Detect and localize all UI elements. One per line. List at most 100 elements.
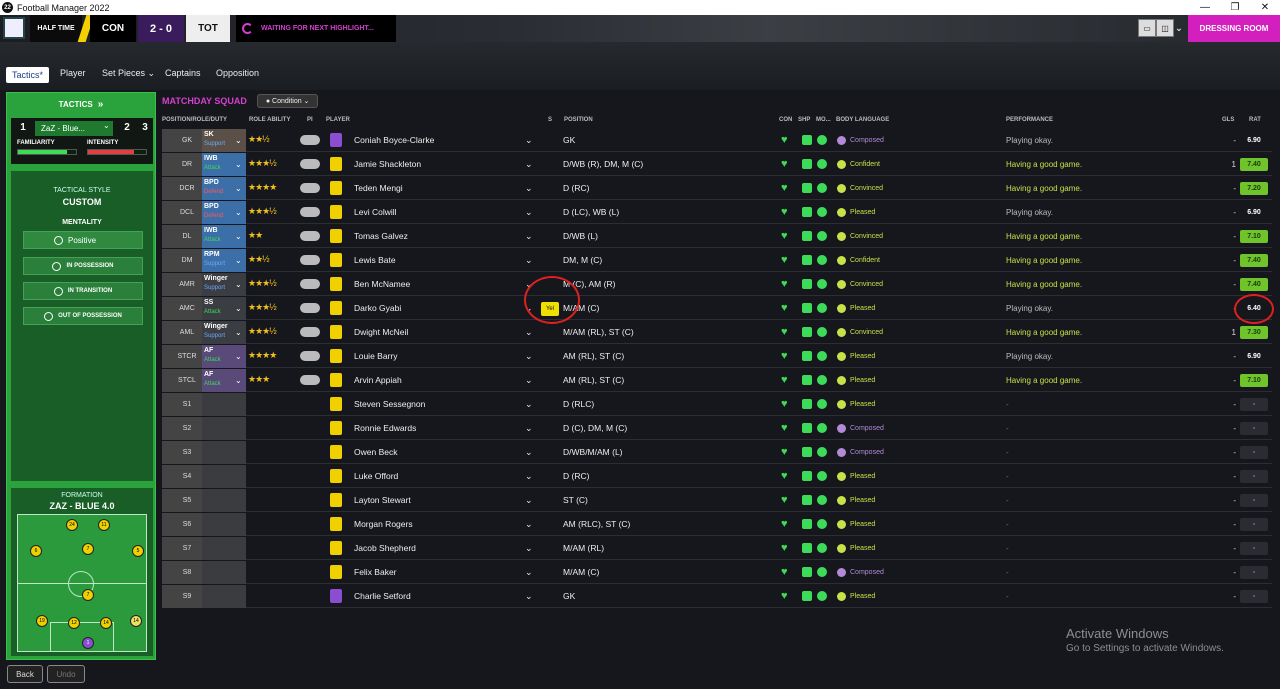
chevron-down-icon[interactable]: ⌄ bbox=[235, 129, 242, 152]
chevron-down-icon[interactable]: ⌄ bbox=[525, 561, 533, 584]
col-position[interactable]: POSITION bbox=[564, 117, 593, 123]
player-instructions-toggle[interactable] bbox=[300, 327, 320, 337]
player-dot[interactable]: 24 bbox=[66, 519, 78, 531]
player-instructions-toggle[interactable] bbox=[300, 231, 320, 241]
player-name[interactable]: Morgan Rogers bbox=[354, 513, 413, 536]
table-row[interactable]: STCR AF Attack ⌄ ★★★★ Louie Barry ⌄ AM (RL), ST… bbox=[162, 345, 1272, 368]
tab-opposition[interactable]: Opposition bbox=[216, 68, 259, 78]
player-name[interactable]: Teden Mengi bbox=[354, 177, 403, 200]
player-name[interactable]: Felix Baker bbox=[354, 561, 397, 584]
table-row[interactable]: S2 Ronnie Edwards ⌄ D (C), DM, M (C) ♥ Compos… bbox=[162, 417, 1272, 440]
player-instructions-toggle[interactable] bbox=[300, 351, 320, 361]
chevron-down-icon[interactable]: ⌄ bbox=[525, 441, 533, 464]
col-s[interactable]: S bbox=[548, 117, 552, 123]
table-row[interactable]: S3 Owen Beck ⌄ D/WB/M/AM (L) ♥ Composed - - - bbox=[162, 441, 1272, 464]
player-name[interactable]: Lewis Bate bbox=[354, 249, 396, 272]
chevron-down-icon[interactable]: ⌄ bbox=[1170, 15, 1188, 42]
chevron-down-icon[interactable]: ⌄ bbox=[235, 297, 242, 320]
in-possession-button[interactable]: IN POSSESSION bbox=[23, 257, 143, 275]
player-name[interactable]: Ben McNamee bbox=[354, 273, 410, 296]
player-instructions-toggle[interactable] bbox=[300, 375, 320, 385]
mentality-dropdown[interactable]: Positive bbox=[23, 231, 143, 249]
maximize-button[interactable]: ❐ bbox=[1220, 0, 1250, 15]
chevron-down-icon[interactable]: ⌄ bbox=[235, 345, 242, 368]
table-row[interactable]: S8 Felix Baker ⌄ M/AM (C) ♥ Composed - - - bbox=[162, 561, 1272, 584]
chevron-down-icon[interactable]: ⌄ bbox=[525, 345, 533, 368]
player-name[interactable]: Louie Barry bbox=[354, 345, 397, 368]
col-gls[interactable]: GLS bbox=[1222, 117, 1234, 123]
chevron-down-icon[interactable]: ⌄ bbox=[235, 177, 242, 200]
player-name[interactable]: Owen Beck bbox=[354, 441, 397, 464]
player-name[interactable]: Charlie Setford bbox=[354, 585, 411, 608]
tab-captains[interactable]: Captains bbox=[165, 68, 201, 78]
player-name[interactable]: Coniah Boyce-Clarke bbox=[354, 129, 434, 152]
player-name[interactable]: Jacob Shepherd bbox=[354, 537, 416, 560]
chevron-down-icon[interactable]: ⌄ bbox=[525, 225, 533, 248]
player-name[interactable]: Darko Gyabi bbox=[354, 297, 401, 320]
player-name[interactable]: Jamie Shackleton bbox=[354, 153, 421, 176]
player-name[interactable]: Levi Colwill bbox=[354, 201, 397, 224]
chevron-down-icon[interactable]: ⌄ bbox=[525, 153, 533, 176]
player-name[interactable]: Luke Offord bbox=[354, 465, 398, 488]
table-row[interactable]: DM RPM Support ⌄ ★★½ Lewis Bate ⌄ DM, M (C) ♥ Con… bbox=[162, 249, 1272, 272]
tactical-style-value[interactable]: CUSTOM bbox=[11, 197, 153, 207]
chevron-down-icon[interactable]: ⌄ bbox=[525, 177, 533, 200]
col-player[interactable]: PLAYER bbox=[326, 117, 350, 123]
chevron-down-icon[interactable]: ⌄ bbox=[525, 249, 533, 272]
table-row[interactable]: S4 Luke Offord ⌄ D (RC) ♥ Pleased - - - bbox=[162, 465, 1272, 488]
table-row[interactable]: S1 Steven Sessegnon ⌄ D (RLC) ♥ Pleased - - - bbox=[162, 393, 1272, 416]
table-row[interactable]: DCL BPD Defend ⌄ ★★★½ Levi Colwill ⌄ D (LC), WB… bbox=[162, 201, 1272, 224]
player-dot[interactable]: 14 bbox=[100, 617, 112, 629]
chevron-down-icon[interactable]: ⌄ bbox=[525, 417, 533, 440]
undo-button[interactable]: Undo bbox=[47, 665, 85, 683]
chevron-down-icon[interactable]: ⌄ bbox=[525, 393, 533, 416]
dressing-room-button[interactable]: DRESSING ROOM bbox=[1188, 15, 1280, 42]
col-role-ability[interactable]: ROLE ABILITY bbox=[249, 117, 290, 123]
player-dot[interactable]: 14 bbox=[130, 615, 142, 627]
table-row[interactable]: S7 Jacob Shepherd ⌄ M/AM (RL) ♥ Pleased - - - bbox=[162, 537, 1272, 560]
player-instructions-toggle[interactable] bbox=[300, 159, 320, 169]
chevron-down-icon[interactable]: ⌄ bbox=[525, 369, 533, 392]
chevron-down-icon[interactable]: ⌄ bbox=[235, 153, 242, 176]
double-chevron-right-icon[interactable]: » bbox=[98, 99, 104, 110]
chevron-down-icon[interactable]: ⌄ bbox=[525, 321, 533, 344]
player-dot[interactable]: 11 bbox=[98, 519, 110, 531]
player-dot[interactable]: 7 bbox=[82, 543, 94, 555]
chevron-down-icon[interactable]: ⌄ bbox=[235, 321, 242, 344]
close-button[interactable]: ✕ bbox=[1250, 0, 1280, 15]
back-button[interactable]: Back bbox=[7, 665, 43, 683]
col-body-language[interactable]: BODY LANGUAGE bbox=[836, 117, 889, 123]
chevron-down-icon[interactable]: ⌄ bbox=[103, 121, 110, 130]
chevron-down-icon[interactable]: ⌄ bbox=[525, 537, 533, 560]
tab-tactics[interactable]: Tactics* bbox=[6, 67, 50, 83]
chevron-down-icon[interactable]: ⌄ bbox=[235, 225, 242, 248]
chevron-down-icon[interactable]: ⌄ bbox=[525, 585, 533, 608]
player-dot[interactable]: 7 bbox=[82, 589, 94, 601]
player-instructions-toggle[interactable] bbox=[300, 207, 320, 217]
table-row[interactable]: AMC SS Attack ⌄ ★★★½ Darko Gyabi ⌄ M/AM (C) ♥ Ple… bbox=[162, 297, 1272, 320]
player-name[interactable]: Layton Stewart bbox=[354, 489, 411, 512]
player-dot[interactable]: 12 bbox=[68, 617, 80, 629]
col-shp[interactable]: SHP bbox=[798, 117, 810, 123]
chevron-down-icon[interactable]: ⌄ bbox=[235, 201, 242, 224]
formation-value[interactable]: ZAZ - BLUE 4.0 bbox=[11, 501, 153, 511]
col-mo[interactable]: MO... bbox=[816, 117, 831, 123]
chevron-down-icon[interactable]: ⌄ bbox=[235, 369, 242, 392]
goalkeeper-dot[interactable]: 1 bbox=[82, 637, 94, 649]
col-performance[interactable]: PERFORMANCE bbox=[1006, 117, 1053, 123]
formation-pitch[interactable]: 24 11 6 7 5 7 19 12 14 14 1 bbox=[17, 514, 147, 652]
table-row[interactable]: AML Winger Support ⌄ ★★★½ Dwight McNeil ⌄ M/AM … bbox=[162, 321, 1272, 344]
table-row[interactable]: DCR BPD Defend ⌄ ★★★★ Teden Mengi ⌄ D (RC) ♥ Conv… bbox=[162, 177, 1272, 200]
table-row[interactable]: S6 Morgan Rogers ⌄ AM (RLC), ST (C) ♥ Pleased… bbox=[162, 513, 1272, 536]
player-name[interactable]: Tomas Galvez bbox=[354, 225, 408, 248]
col-position-role[interactable]: POSITION/ROLE/DUTY bbox=[162, 117, 227, 123]
condition-dropdown[interactable]: ● Condition ⌄ bbox=[256, 94, 319, 108]
chevron-down-icon[interactable]: ⌄ bbox=[525, 201, 533, 224]
col-pi[interactable]: PI bbox=[307, 117, 313, 123]
player-instructions-toggle[interactable] bbox=[300, 183, 320, 193]
club-crest-icon[interactable] bbox=[3, 17, 25, 39]
table-row[interactable]: STCL AF Attack ⌄ ★★★ Arvin Appiah ⌄ AM (RL), ST… bbox=[162, 369, 1272, 392]
tv-icon[interactable]: ▭ bbox=[1138, 19, 1156, 37]
player-name[interactable]: Dwight McNeil bbox=[354, 321, 408, 344]
tactic-slot-1[interactable]: 1 bbox=[15, 122, 31, 136]
